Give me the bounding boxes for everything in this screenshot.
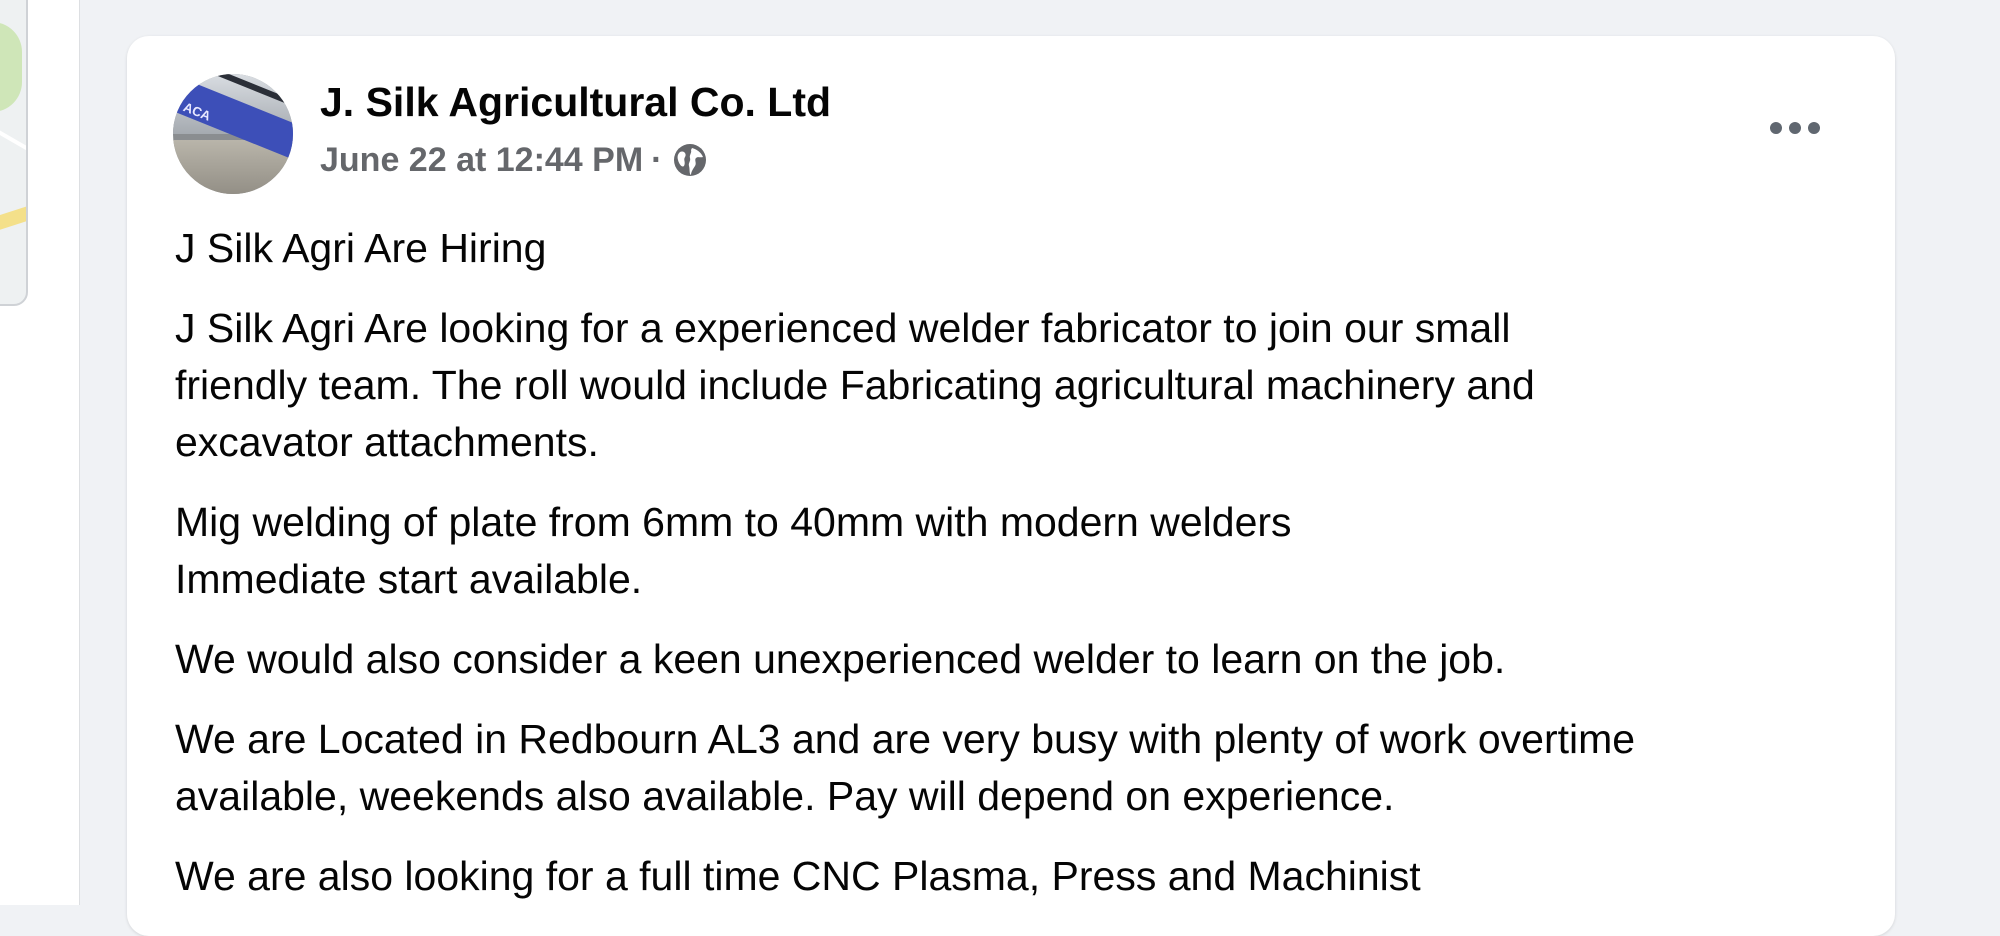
post-paragraph: We are also looking for a full time CNC … [175,853,1421,899]
post-timestamp[interactable]: June 22 at 12:44 PM [320,141,643,180]
post-meta: June 22 at 12:44 PM · [320,138,708,182]
post-paragraph: J Silk Agri Are looking for a experience… [175,305,1535,465]
globe-icon[interactable] [672,142,708,178]
post-paragraph: We are Located in Redbourn AL3 and are v… [175,716,1636,819]
post-text: J Silk Agri Are Hiring J Silk Agri Are l… [175,220,1865,928]
map-street [0,112,26,156]
post-paragraph: J Silk Agri Are Hiring [175,225,547,271]
post-author-name[interactable]: J. Silk Agricultural Co. Ltd [320,78,831,126]
meta-separator: · [651,140,663,179]
post-paragraph: We would also consider a keen unexperien… [175,636,1506,682]
more-options-icon [1768,121,1822,140]
post-paragraph: Mig welding of plate from 6mm to 40mm wi… [175,499,1292,602]
map-park-area [0,22,22,112]
more-options-button[interactable] [1760,108,1830,152]
page-avatar[interactable]: ACA [173,74,293,194]
map-thumbnail[interactable] [0,0,28,306]
left-sidebar [0,0,80,905]
map-road [0,205,26,245]
